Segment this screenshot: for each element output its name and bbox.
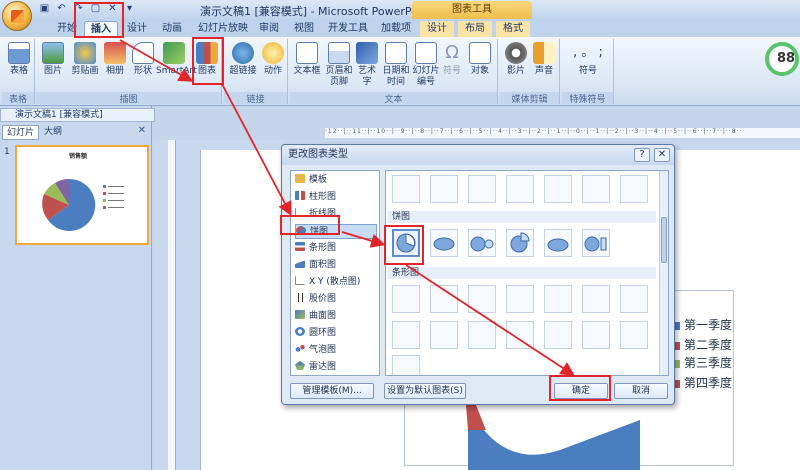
office-button[interactable] (2, 1, 32, 31)
annotation-arrows (119, 39, 576, 376)
